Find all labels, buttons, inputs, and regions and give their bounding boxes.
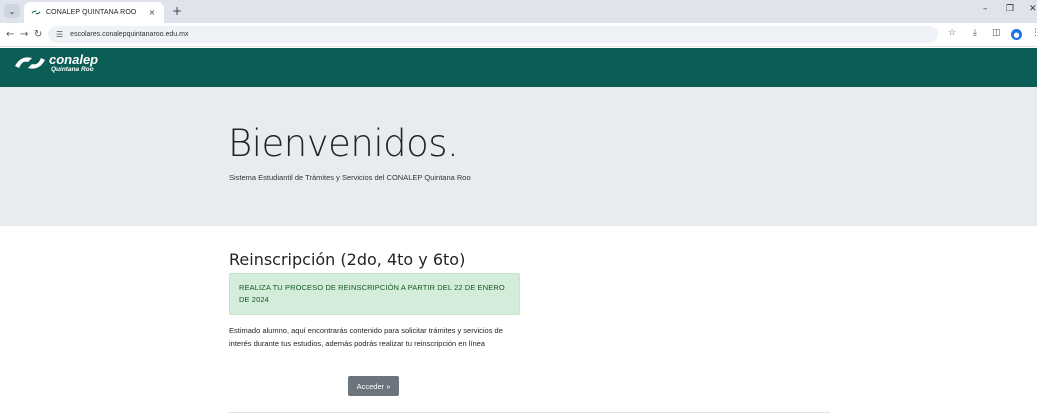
arrow-left-icon[interactable]: ←: [6, 28, 14, 42]
minimize-icon[interactable]: –: [983, 4, 988, 14]
restore-icon[interactable]: ❐: [1006, 4, 1014, 14]
conalep-logo-icon: [15, 57, 45, 69]
side-panel-icon[interactable]: ◫: [992, 28, 1001, 38]
star-icon[interactable]: ☆: [948, 28, 956, 38]
site-header: conalep Quintana Roo: [0, 48, 1037, 87]
download-icon[interactable]: ⤓: [973, 28, 977, 38]
browser-toolbar: ← → ↻ ☰ escolares.conalepquintanaroo.edu…: [0, 23, 1037, 47]
profile-icon[interactable]: ●: [1011, 29, 1022, 40]
url-text: escolares.conalepquintanaroo.edu.mx: [70, 31, 189, 38]
page-title: Bienvenidos.: [228, 122, 459, 165]
logo-title: conalep: [49, 52, 99, 67]
logo-subtitle: Quintana Roo: [51, 66, 94, 73]
tab-title: CONALEP QUINTANA ROO: [46, 9, 137, 16]
tab-close-icon[interactable]: ×: [147, 8, 157, 17]
close-icon[interactable]: ✕: [1029, 4, 1037, 14]
arrow-right-icon[interactable]: →: [20, 28, 28, 42]
reinscription-alert: REALIZA TU PROCESO DE REINSCRIPCIÓN A PA…: [229, 273, 520, 315]
conalep-favicon-icon: [31, 10, 41, 15]
new-tab-button[interactable]: +: [172, 4, 182, 18]
address-bar[interactable]: ☰ escolares.conalepquintanaroo.edu.mx: [48, 26, 938, 43]
alert-text: REALIZA TU PROCESO DE REINSCRIPCIÓN A PA…: [239, 283, 505, 304]
reload-icon[interactable]: ↻: [34, 28, 42, 42]
chevron-down-icon[interactable]: ⌄: [4, 4, 20, 18]
conalep-logo[interactable]: conalep Quintana Roo: [14, 53, 98, 74]
acceder-button[interactable]: Acceder »: [348, 376, 399, 396]
browser-tab[interactable]: CONALEP QUINTANA ROO ×: [24, 2, 164, 23]
tune-icon[interactable]: ☰: [56, 30, 63, 39]
hero-banner: Bienvenidos. Sistema Estudiantil de Trám…: [0, 87, 1037, 226]
page-subtitle: Sistema Estudiantil de Trámites y Servic…: [229, 173, 471, 182]
browser-tab-strip: ⌄ CONALEP QUINTANA ROO × + – ❐ ✕: [0, 0, 1037, 23]
section-title: Reinscripción (2do, 4to y 6to): [229, 250, 466, 269]
divider: [229, 412, 830, 413]
section-description: Estimado alumno, aquí encontrarás conten…: [229, 326, 503, 348]
kebab-menu-icon[interactable]: ⋮: [1031, 28, 1037, 38]
